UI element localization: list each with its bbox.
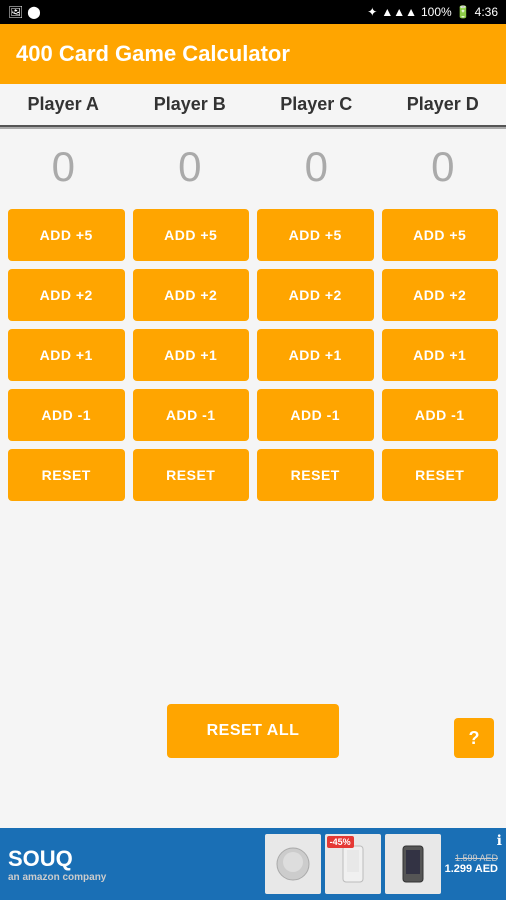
main-content: RESET ALL ? xyxy=(0,513,506,828)
status-bar: 🖼 ⬤ ✦ ▲▲▲ 100% 🔋 4:36 xyxy=(0,0,506,24)
help-button[interactable]: ? xyxy=(454,718,494,758)
status-bar-right: ✦ ▲▲▲ 100% 🔋 4:36 xyxy=(367,5,498,19)
score-b: 0 xyxy=(127,129,254,205)
sub1-btn-b[interactable]: ADD -1 xyxy=(133,389,250,441)
player-header-c: Player C xyxy=(253,84,380,127)
reset-btn-a[interactable]: RESET xyxy=(8,449,125,501)
dot-icon: ⬤ xyxy=(27,5,40,19)
add2-btn-a[interactable]: ADD +2 xyxy=(8,269,125,321)
ad-price-old: 1.599 AED xyxy=(455,853,498,863)
add2-btn-d[interactable]: ADD +2 xyxy=(382,269,499,321)
reset-all-area: RESET ALL xyxy=(0,704,506,758)
reset-row: RESET RESET RESET RESET xyxy=(8,449,498,501)
discount-badge: -45% xyxy=(327,836,354,848)
reset-all-button[interactable]: RESET ALL xyxy=(167,704,340,758)
ad-price-box: ℹ 1.599 AED 1.299 AED xyxy=(445,853,498,875)
add5-btn-d[interactable]: ADD +5 xyxy=(382,209,499,261)
app-header: 400 Card Game Calculator xyxy=(0,24,506,84)
ad-products: -45% ℹ 1.599 AED 1.299 AED xyxy=(114,834,498,894)
ad-product-3 xyxy=(385,834,441,894)
ad-product-2: -45% xyxy=(325,834,381,894)
sub1-btn-c[interactable]: ADD -1 xyxy=(257,389,374,441)
add2-btn-c[interactable]: ADD +2 xyxy=(257,269,374,321)
ad-product-1 xyxy=(265,834,321,894)
score-d: 0 xyxy=(380,129,506,205)
player-header-b: Player B xyxy=(127,84,254,127)
player-header-a: Player A xyxy=(0,84,127,127)
app-title: 400 Card Game Calculator xyxy=(16,41,290,67)
ad-logo: SOUQ an amazon company xyxy=(8,846,106,883)
add1-btn-d[interactable]: ADD +1 xyxy=(382,329,499,381)
add2-row: ADD +2 ADD +2 ADD +2 ADD +2 xyxy=(8,269,498,321)
add1-row: ADD +1 ADD +1 ADD +1 ADD +1 xyxy=(8,329,498,381)
reset-btn-d[interactable]: RESET xyxy=(382,449,499,501)
scores-row: 0 0 0 0 xyxy=(0,129,506,205)
player-header-d: Player D xyxy=(380,84,506,127)
add2-btn-b[interactable]: ADD +2 xyxy=(133,269,250,321)
add1-btn-c[interactable]: ADD +1 xyxy=(257,329,374,381)
bluetooth-icon: ✦ xyxy=(367,5,377,19)
sub1-row: ADD -1 ADD -1 ADD -1 ADD -1 xyxy=(8,389,498,441)
score-a: 0 xyxy=(0,129,127,205)
ad-subtext: an amazon company xyxy=(8,872,106,883)
add5-btn-b[interactable]: ADD +5 xyxy=(133,209,250,261)
add5-btn-c[interactable]: ADD +5 xyxy=(257,209,374,261)
ad-brand-name: SOUQ xyxy=(8,846,73,872)
clock: 4:36 xyxy=(475,5,498,19)
add1-btn-a[interactable]: ADD +1 xyxy=(8,329,125,381)
add5-row: ADD +5 ADD +5 ADD +5 ADD +5 xyxy=(8,209,498,261)
buttons-grid: ADD +5 ADD +5 ADD +5 ADD +5 ADD +2 ADD +… xyxy=(0,205,506,513)
photo-icon: 🖼 xyxy=(8,5,23,19)
signal-icon: ▲▲▲ xyxy=(381,5,417,19)
add1-btn-b[interactable]: ADD +1 xyxy=(133,329,250,381)
add5-btn-a[interactable]: ADD +5 xyxy=(8,209,125,261)
ad-product-1-image xyxy=(265,834,321,894)
reset-btn-c[interactable]: RESET xyxy=(257,449,374,501)
status-bar-left: 🖼 ⬤ xyxy=(8,5,41,19)
battery-percent: 100% xyxy=(421,5,452,19)
ad-info-icon: ℹ xyxy=(497,832,502,849)
ad-price-new: 1.299 AED xyxy=(445,863,498,875)
battery-icon: 🔋 xyxy=(456,5,471,19)
score-c: 0 xyxy=(253,129,380,205)
sub1-btn-d[interactable]: ADD -1 xyxy=(382,389,499,441)
ad-product-3-image xyxy=(385,834,441,894)
ad-banner[interactable]: SOUQ an amazon company -45% xyxy=(0,828,506,900)
player-headers: Player A Player B Player C Player D xyxy=(0,84,506,129)
reset-btn-b[interactable]: RESET xyxy=(133,449,250,501)
sub1-btn-a[interactable]: ADD -1 xyxy=(8,389,125,441)
